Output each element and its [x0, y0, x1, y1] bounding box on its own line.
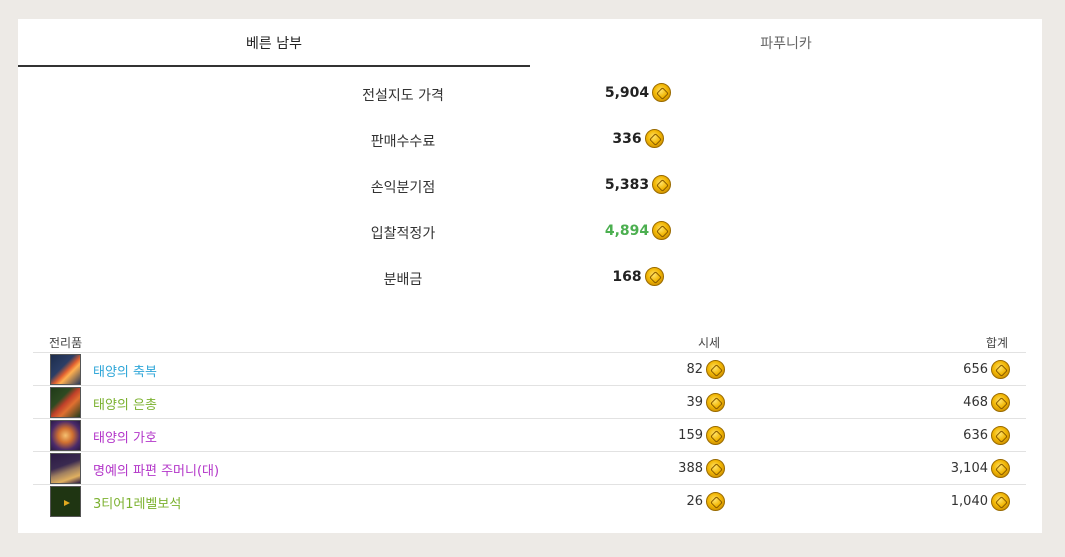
item-total-text: 3,104 [950, 461, 988, 476]
summary-value-text: 4,894 [604, 222, 650, 239]
sun-protection-icon [50, 420, 81, 451]
item-price-text: 388 [678, 461, 703, 476]
gold-coin-icon [652, 175, 672, 194]
summary-value: 5,383 [578, 175, 698, 194]
table-row: 명예의 파편 주머니(대) 388 3,104 [33, 452, 1026, 485]
item-total: 656 [890, 360, 1010, 379]
table-row: 3티어1레벨보석 26 1,040 [33, 485, 1026, 518]
gold-coin-icon [652, 83, 672, 102]
loot-table: 전리품 시세 합계 태양의 축복 82 656 태양의 은총 39 468 태양… [33, 322, 1026, 518]
column-header-item: 전리품 [49, 336, 83, 350]
loot-table-header: 전리품 시세 합계 [33, 322, 1026, 353]
region-tabs: 베른 남부 파푸니카 [18, 19, 1042, 67]
gold-coin-icon [644, 129, 664, 148]
summary-row-bid-price: 입찰적정가 4,894 [18, 205, 1042, 251]
summary-label: 손익분기점 [370, 180, 436, 196]
summary-label: 분배금 [383, 272, 423, 288]
honor-shard-pouch-icon [50, 453, 81, 484]
item-price-text: 26 [686, 494, 703, 509]
gold-coin-icon [652, 221, 672, 240]
item-total-text: 1,040 [950, 494, 988, 509]
sun-blessing-icon [50, 354, 81, 385]
summary-row-break-even: 손익분기점 5,383 [18, 159, 1042, 205]
gold-coin-icon [706, 492, 725, 511]
table-row: 태양의 은총 39 468 [33, 386, 1026, 419]
summary-value-text: 5,904 [604, 84, 650, 101]
gold-coin-icon [644, 267, 664, 286]
item-name[interactable]: 태양의 가호 [93, 427, 157, 446]
item-total: 3,104 [890, 459, 1010, 478]
tab-papunika[interactable]: 파푸니카 [530, 19, 1042, 67]
item-total-text: 636 [963, 428, 988, 443]
gold-coin-icon [706, 393, 725, 412]
map-calculator-panel: 베른 남부 파푸니카 전설지도 가격 5,904 판매수수료 336 손익분기점… [18, 19, 1042, 533]
gold-coin-icon [706, 360, 725, 379]
gem-icon [50, 486, 81, 517]
item-price-text: 39 [686, 395, 703, 410]
item-name[interactable]: 3티어1레벨보석 [93, 493, 181, 512]
summary-label: 입찰적정가 [370, 226, 436, 242]
summary-value: 168 [578, 267, 698, 286]
summary-label: 판매수수료 [370, 134, 436, 150]
item-price: 26 [593, 492, 725, 511]
tab-vern-south[interactable]: 베른 남부 [18, 19, 530, 67]
item-total-text: 468 [963, 395, 988, 410]
item-price: 82 [593, 360, 725, 379]
item-name[interactable]: 명예의 파편 주머니(대) [93, 460, 219, 479]
gold-coin-icon [991, 360, 1010, 379]
item-price: 39 [593, 393, 725, 412]
gold-coin-icon [706, 459, 725, 478]
item-total-text: 656 [963, 362, 988, 377]
item-total: 1,040 [890, 492, 1010, 511]
gold-coin-icon [991, 393, 1010, 412]
item-price-text: 159 [678, 428, 703, 443]
item-total: 468 [890, 393, 1010, 412]
summary-row-distribution: 분배금 168 [18, 251, 1042, 297]
gold-coin-icon [991, 426, 1010, 445]
summary-row-sales-fee: 판매수수료 336 [18, 113, 1042, 159]
item-price: 159 [593, 426, 725, 445]
summary-value-text: 336 [612, 130, 642, 147]
summary-value-text: 5,383 [604, 176, 650, 193]
item-total: 636 [890, 426, 1010, 445]
sun-grace-icon [50, 387, 81, 418]
summary-value: 5,904 [578, 83, 698, 102]
summary-value: 4,894 [578, 221, 698, 240]
item-name[interactable]: 태양의 은총 [93, 394, 157, 413]
table-row: 태양의 가호 159 636 [33, 419, 1026, 452]
summary-value: 336 [578, 129, 698, 148]
gold-coin-icon [706, 426, 725, 445]
summary-label: 전설지도 가격 [362, 88, 444, 104]
gold-coin-icon [991, 492, 1010, 511]
item-price-text: 82 [686, 362, 703, 377]
gold-coin-icon [991, 459, 1010, 478]
summary-row-map-price: 전설지도 가격 5,904 [18, 67, 1042, 113]
table-row: 태양의 축복 82 656 [33, 353, 1026, 386]
column-header-price: 시세 [698, 336, 721, 350]
price-summary: 전설지도 가격 5,904 판매수수료 336 손익분기점 5,383 입찰적정… [18, 67, 1042, 297]
summary-value-text: 168 [612, 268, 642, 285]
column-header-total: 합계 [985, 336, 1008, 350]
item-price: 388 [593, 459, 725, 478]
item-name[interactable]: 태양의 축복 [93, 361, 157, 380]
